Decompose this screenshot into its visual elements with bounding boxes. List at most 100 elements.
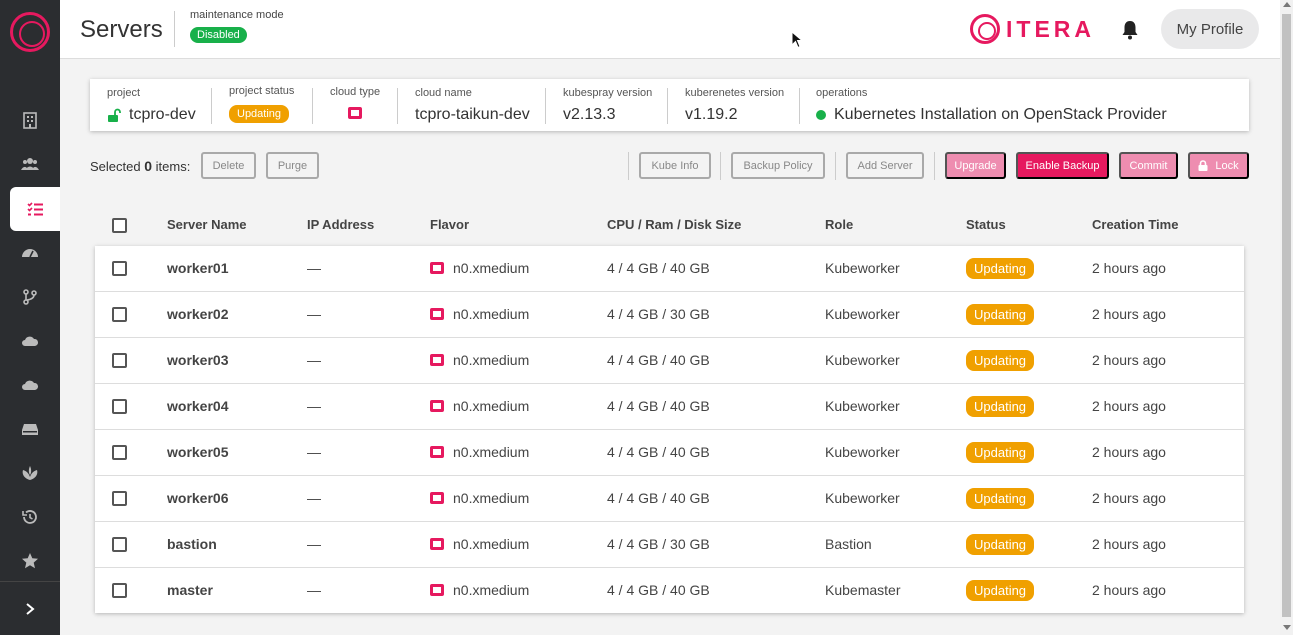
column-header-flavor[interactable]: Flavor bbox=[430, 217, 469, 232]
table-row[interactable]: worker06 — n0.xmedium 4 / 4 GB / 40 GB K… bbox=[95, 476, 1244, 522]
table-row[interactable]: master — n0.xmedium 4 / 4 GB / 40 GB Kub… bbox=[95, 568, 1244, 614]
row-checkbox[interactable] bbox=[112, 307, 127, 322]
backup-policy-button[interactable]: Backup Policy bbox=[731, 152, 825, 179]
scrollbar[interactable] bbox=[1280, 0, 1293, 635]
storage-icon[interactable] bbox=[0, 407, 60, 451]
commit-button[interactable]: Commit bbox=[1119, 152, 1178, 179]
flavor: n0.xmedium bbox=[430, 444, 529, 460]
project-info-card: project tcpro-dev project status Updatin… bbox=[90, 79, 1249, 131]
ip-address: — bbox=[307, 582, 321, 598]
cloud-type-value bbox=[348, 107, 371, 119]
status-dot-icon bbox=[816, 110, 826, 120]
openstack-icon bbox=[430, 308, 444, 320]
maintenance-mode-badge[interactable]: Disabled bbox=[190, 27, 247, 43]
organizations-icon[interactable] bbox=[0, 98, 60, 142]
row-checkbox[interactable] bbox=[112, 537, 127, 552]
users-icon[interactable] bbox=[0, 142, 60, 186]
column-header-role[interactable]: Role bbox=[825, 217, 853, 232]
column-header-creation-time[interactable]: Creation Time bbox=[1092, 217, 1178, 232]
expand-sidebar-icon[interactable] bbox=[0, 581, 60, 635]
creation-time: 2 hours ago bbox=[1092, 444, 1166, 460]
flavor-text: n0.xmedium bbox=[453, 352, 530, 368]
ip-address: — bbox=[307, 260, 321, 276]
history-icon[interactable] bbox=[0, 495, 60, 539]
openstack-icon bbox=[430, 262, 444, 274]
table-row[interactable]: worker01 — n0.xmedium 4 / 4 GB / 40 GB K… bbox=[95, 246, 1244, 292]
creation-time: 2 hours ago bbox=[1092, 352, 1166, 368]
role: Kubeworker bbox=[825, 444, 900, 460]
delete-button[interactable]: Delete bbox=[201, 152, 256, 179]
openstack-icon bbox=[430, 492, 444, 504]
server-name[interactable]: worker06 bbox=[167, 490, 228, 506]
add-server-button[interactable]: Add Server bbox=[846, 152, 924, 179]
resources: 4 / 4 GB / 30 GB bbox=[607, 306, 710, 322]
star-icon[interactable] bbox=[0, 539, 60, 583]
table-row[interactable]: bastion — n0.xmedium 4 / 4 GB / 30 GB Ba… bbox=[95, 522, 1244, 568]
upgrade-button[interactable]: Upgrade bbox=[945, 152, 1006, 179]
table-row[interactable]: worker03 — n0.xmedium 4 / 4 GB / 40 GB K… bbox=[95, 338, 1244, 384]
operations-label: operations bbox=[816, 87, 868, 99]
server-name[interactable]: worker02 bbox=[167, 306, 228, 322]
row-checkbox[interactable] bbox=[112, 399, 127, 414]
plant-icon[interactable] bbox=[0, 451, 60, 495]
server-name[interactable]: master bbox=[167, 582, 213, 598]
table-row[interactable]: worker04 — n0.xmedium 4 / 4 GB / 40 GB K… bbox=[95, 384, 1244, 430]
server-name[interactable]: worker03 bbox=[167, 352, 228, 368]
resources: 4 / 4 GB / 40 GB bbox=[607, 444, 710, 460]
kube-info-button[interactable]: Kube Info bbox=[639, 152, 711, 179]
scroll-down-icon[interactable] bbox=[1283, 625, 1291, 630]
ip-address: — bbox=[307, 536, 321, 552]
scroll-up-icon[interactable] bbox=[1283, 2, 1291, 7]
table-row[interactable]: worker02 — n0.xmedium 4 / 4 GB / 30 GB K… bbox=[95, 292, 1244, 338]
top-bar: Servers maintenance mode Disabled ITERA … bbox=[60, 0, 1280, 59]
cloud-icon[interactable] bbox=[0, 319, 60, 363]
brand-name: ITERA bbox=[1006, 15, 1095, 42]
server-name[interactable]: bastion bbox=[167, 536, 217, 552]
status-badge: Updating bbox=[966, 534, 1035, 555]
resources: 4 / 4 GB / 30 GB bbox=[607, 536, 710, 552]
app-logo-icon[interactable] bbox=[10, 12, 50, 52]
flavor: n0.xmedium bbox=[430, 582, 529, 598]
row-checkbox[interactable] bbox=[112, 353, 127, 368]
lock-button[interactable]: Lock bbox=[1188, 152, 1249, 179]
status-badge: Updating bbox=[966, 580, 1035, 601]
select-all-checkbox[interactable] bbox=[112, 218, 127, 233]
flavor: n0.xmedium bbox=[430, 398, 529, 414]
operations-value: Kubernetes Installation on OpenStack Pro… bbox=[816, 106, 1167, 124]
status-badge: Updating bbox=[966, 304, 1035, 325]
purge-button[interactable]: Purge bbox=[266, 152, 319, 179]
servers-table: worker01 — n0.xmedium 4 / 4 GB / 40 GB K… bbox=[95, 246, 1244, 613]
maintenance-mode-label: maintenance mode bbox=[190, 9, 284, 21]
enable-backup-button[interactable]: Enable Backup bbox=[1016, 152, 1109, 179]
column-header-server-name[interactable]: Server Name bbox=[167, 217, 247, 232]
table-row[interactable]: worker05 — n0.xmedium 4 / 4 GB / 40 GB K… bbox=[95, 430, 1244, 476]
cloud-alt-icon[interactable] bbox=[0, 363, 60, 407]
role: Kubeworker bbox=[825, 260, 900, 276]
my-profile-button[interactable]: My Profile bbox=[1161, 9, 1259, 49]
resources: 4 / 4 GB / 40 GB bbox=[607, 582, 710, 598]
scroll-thumb[interactable] bbox=[1282, 14, 1291, 617]
row-checkbox[interactable] bbox=[112, 261, 127, 276]
server-name[interactable]: worker04 bbox=[167, 398, 228, 414]
git-branch-icon[interactable] bbox=[0, 275, 60, 319]
project-name[interactable]: tcpro-dev bbox=[129, 106, 196, 124]
flavor-text: n0.xmedium bbox=[453, 398, 530, 414]
selected-suffix: items: bbox=[155, 159, 191, 174]
role: Kubeworker bbox=[825, 306, 900, 322]
server-name[interactable]: worker05 bbox=[167, 444, 228, 460]
row-checkbox[interactable] bbox=[112, 445, 127, 460]
column-header-resources[interactable]: CPU / Ram / Disk Size bbox=[607, 217, 741, 232]
row-checkbox[interactable] bbox=[112, 491, 127, 506]
row-checkbox[interactable] bbox=[112, 583, 127, 598]
project-status-badge: Updating bbox=[229, 105, 290, 123]
kubernetes-label: kuberenetes version bbox=[685, 87, 785, 99]
project-value[interactable]: tcpro-dev bbox=[107, 106, 196, 124]
dashboard-icon[interactable] bbox=[0, 231, 60, 275]
kubernetes-value: v1.19.2 bbox=[685, 106, 738, 123]
server-name[interactable]: worker01 bbox=[167, 260, 228, 276]
column-header-status[interactable]: Status bbox=[966, 217, 1006, 232]
column-header-ip-address[interactable]: IP Address bbox=[307, 217, 374, 232]
creation-time: 2 hours ago bbox=[1092, 536, 1166, 552]
bell-icon[interactable] bbox=[1121, 20, 1139, 45]
servers-list-icon[interactable] bbox=[10, 187, 60, 231]
